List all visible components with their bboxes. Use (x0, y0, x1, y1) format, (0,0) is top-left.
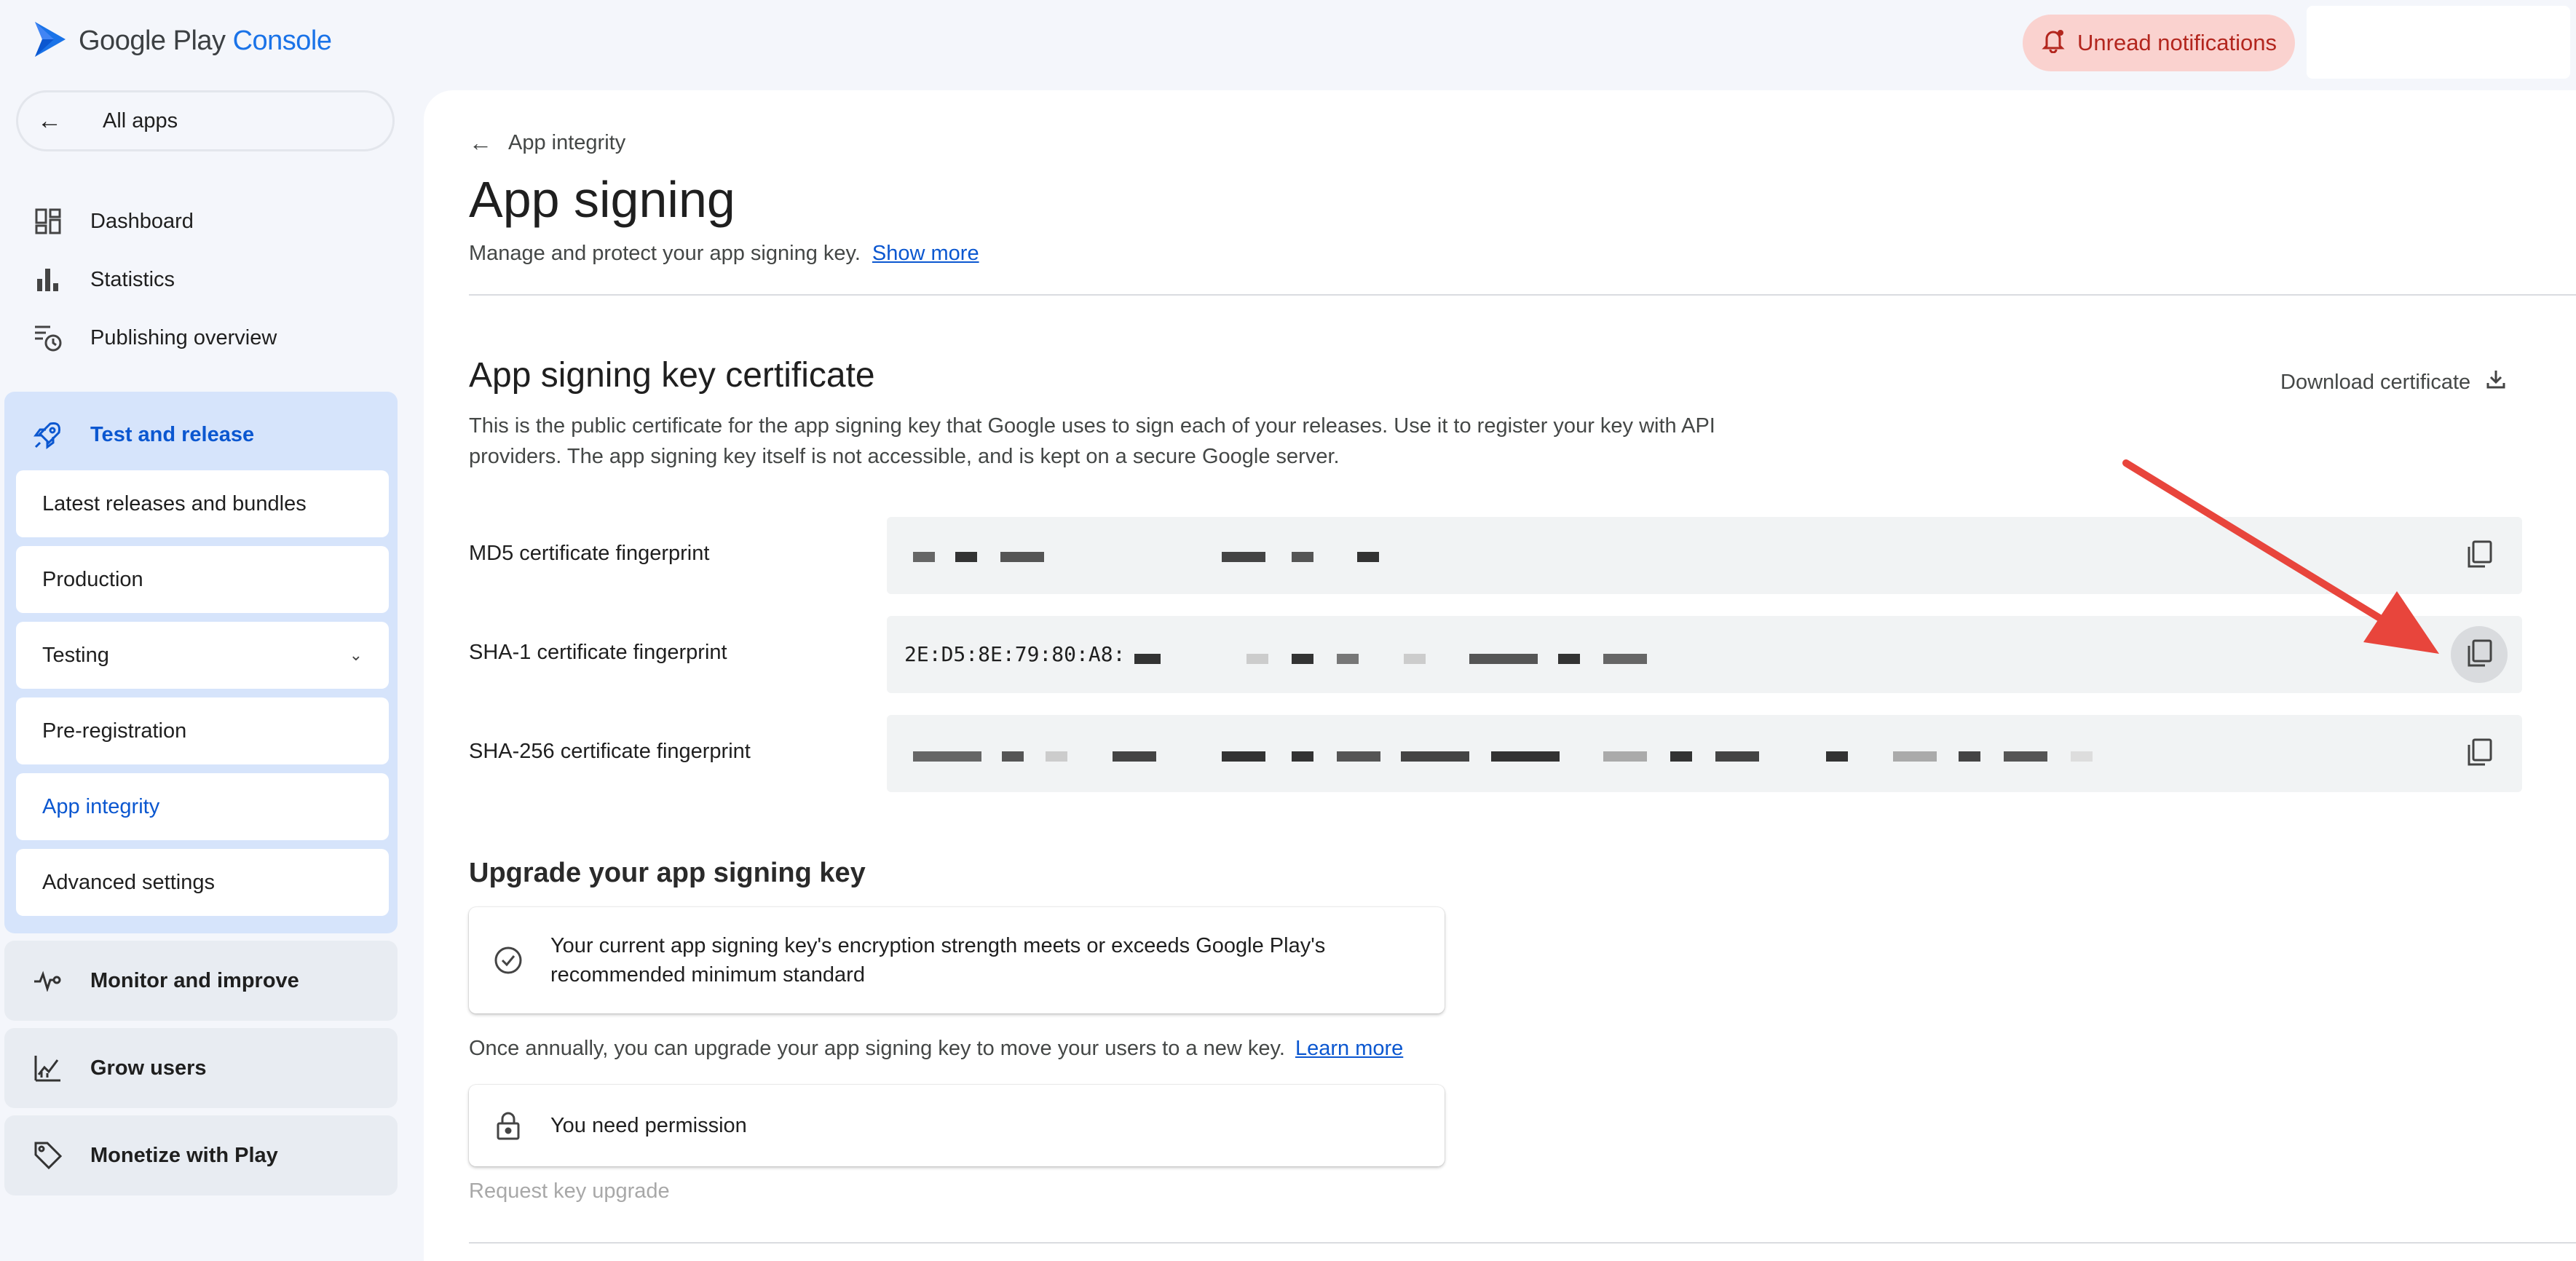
sidebar-item-publishing-overview[interactable]: Publishing overview (32, 322, 277, 354)
breadcrumb[interactable]: ← App integrity (469, 130, 625, 157)
logo-suffix: Console (232, 25, 332, 56)
show-more-link[interactable]: Show more (872, 242, 979, 265)
learn-more-link[interactable]: Learn more (1295, 1037, 1403, 1060)
check-circle-icon (492, 945, 524, 976)
pulse-icon (32, 965, 64, 997)
sidebar-group-test-and-release: Test and release Latest releases and bun… (4, 392, 398, 933)
sha256-label: SHA-256 certificate fingerprint (469, 740, 751, 763)
copy-icon (2465, 539, 2493, 572)
sha256-fingerprint-field (887, 715, 2522, 792)
publishing-icon (32, 322, 64, 354)
copy-sha1-button[interactable] (2451, 626, 2508, 683)
download-certificate-button[interactable]: Download certificate (2280, 368, 2507, 396)
growth-chart-icon (32, 1052, 64, 1084)
tag-icon (32, 1139, 64, 1171)
play-logo-icon (32, 19, 68, 63)
certificate-description: This is the public certificate for the a… (469, 414, 1715, 468)
annotation-arrow-icon (2122, 459, 2439, 654)
upgrade-section-title: Upgrade your app signing key (469, 858, 866, 888)
annual-upgrade-note: Once annually, you can upgrade your app … (469, 1037, 1404, 1060)
md5-label: MD5 certificate fingerprint (469, 542, 710, 565)
play-console-logo[interactable]: Google Play Console (32, 19, 332, 63)
sidebar-item-advanced-settings[interactable]: Advanced settings (16, 849, 389, 916)
sha1-label: SHA-1 certificate fingerprint (469, 641, 727, 664)
all-apps-button[interactable]: ← All apps (16, 90, 395, 151)
breadcrumb-app-integrity[interactable]: App integrity (508, 131, 625, 155)
unread-notifications-button[interactable]: Unread notifications (2023, 15, 2295, 71)
logo-name: Google Play (79, 25, 226, 56)
download-icon (2485, 368, 2507, 396)
sidebar-item-monetize-with-play[interactable]: Monetize with Play (4, 1115, 398, 1195)
permission-message: You need permission (550, 1114, 747, 1137)
arrow-back-icon: ← (469, 130, 492, 156)
permission-card: You need permission (469, 1085, 1445, 1166)
request-key-upgrade-button[interactable]: Request key upgrade (469, 1179, 670, 1203)
notifications-label: Unread notifications (2077, 30, 2277, 55)
copy-icon (2465, 639, 2493, 671)
sidebar-item-grow-users[interactable]: Grow users (4, 1028, 398, 1108)
key-strength-message: Your current app signing key's encryptio… (550, 934, 1326, 987)
copy-md5-button[interactable] (2451, 527, 2508, 584)
sidebar-item-dashboard[interactable]: Dashboard (32, 205, 194, 237)
certificate-section-title: App signing key certificate (469, 356, 875, 395)
dashboard-icon (32, 205, 64, 237)
page-subtitle: Manage and protect your app signing key.… (469, 242, 979, 265)
sidebar-item-test-and-release[interactable]: Test and release (4, 392, 398, 478)
divider (469, 294, 2576, 296)
rocket-icon (32, 419, 64, 451)
chevron-down-icon: ⌄ (349, 646, 363, 664)
sidebar-item-app-integrity[interactable]: App integrity (16, 773, 389, 840)
page-title: App signing (469, 171, 735, 228)
sidebar-item-statistics[interactable]: Statistics (32, 264, 175, 296)
lock-icon (492, 1110, 524, 1141)
sidebar-item-testing[interactable]: Testing ⌄ (16, 622, 389, 689)
divider (469, 1242, 2576, 1244)
sidebar-item-monitor-and-improve[interactable]: Monitor and improve (4, 941, 398, 1021)
key-strength-card: Your current app signing key's encryptio… (469, 907, 1445, 1013)
bar-chart-icon (32, 264, 64, 296)
sidebar-item-pre-registration[interactable]: Pre-registration (16, 697, 389, 764)
sidebar-item-production[interactable]: Production (16, 546, 389, 613)
sidebar-item-latest-releases[interactable]: Latest releases and bundles (16, 470, 389, 537)
copy-icon (2465, 738, 2493, 770)
sha1-value: 2E:D5:8E:79:80:A8: (904, 642, 1126, 666)
account-area[interactable] (2307, 6, 2570, 79)
arrow-back-icon: ← (37, 106, 62, 135)
all-apps-label: All apps (103, 108, 178, 133)
bell-alert-icon (2041, 27, 2066, 59)
copy-sha256-button[interactable] (2451, 725, 2508, 782)
